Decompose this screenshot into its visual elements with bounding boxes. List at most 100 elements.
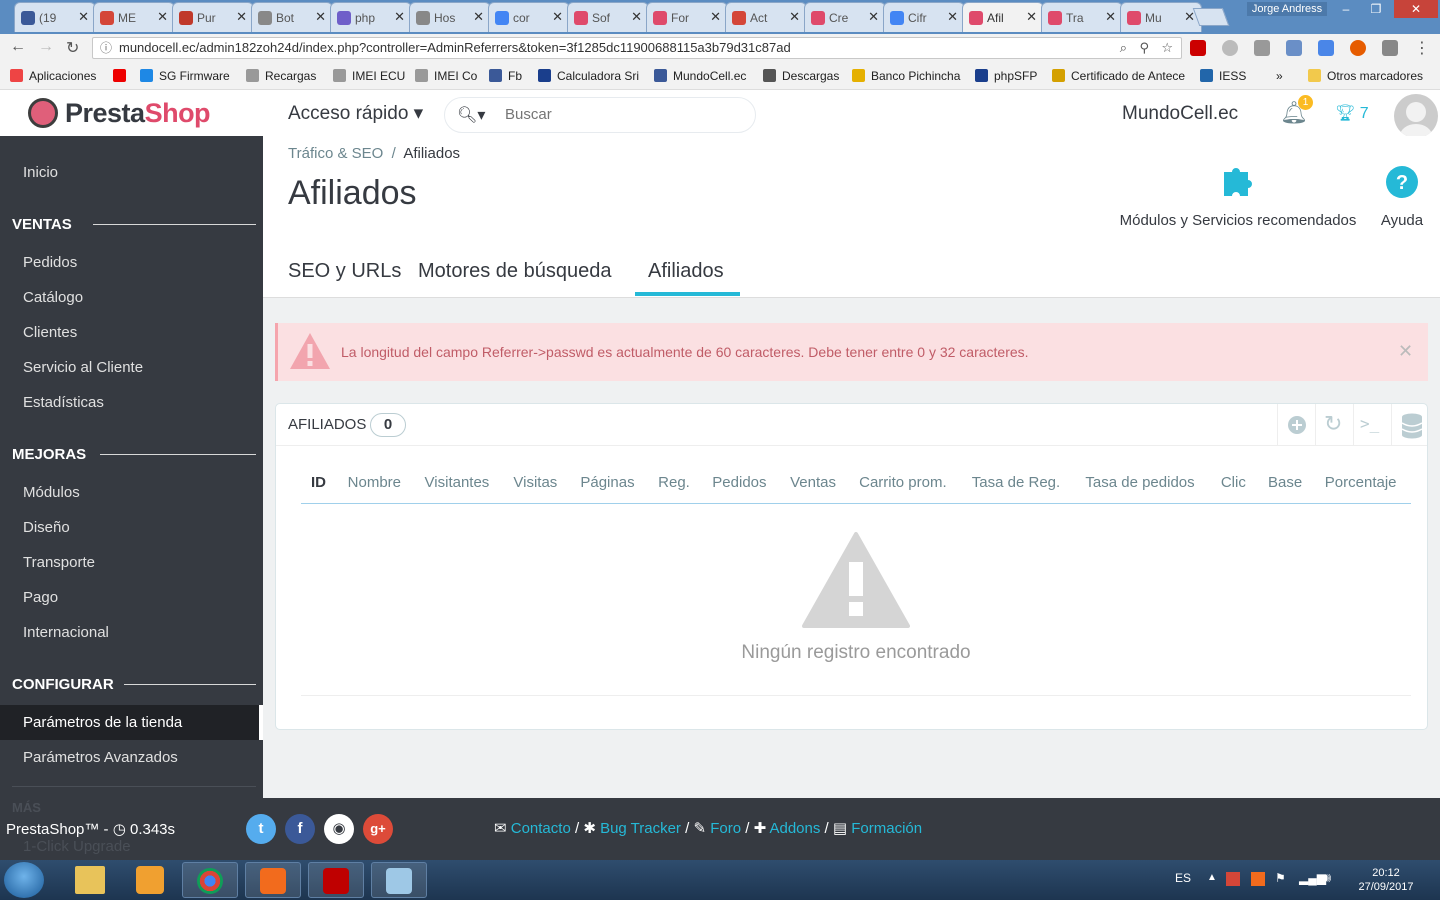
extension-puzzle-icon[interactable] [1382,40,1398,56]
tab-close-icon[interactable]: ✕ [157,9,168,25]
recommended-modules-button[interactable]: Módulos y Servicios recomendados [1115,164,1361,229]
sidebar-item-clientes[interactable]: Clientes [23,324,77,341]
sql-query-button[interactable]: >_ [1353,404,1391,446]
browser-user-chip[interactable]: Jorge Andress [1247,2,1327,16]
tab-close-icon[interactable]: ✕ [947,9,958,25]
bookmark-item[interactable]: Aplicaciones [10,69,96,83]
browser-tab[interactable]: Sof ✕ [567,2,649,32]
tab-close-icon[interactable]: ✕ [1105,9,1116,25]
footer-link-contacto[interactable]: Contacto [511,820,571,837]
browser-tab[interactable]: Pur ✕ [172,2,254,32]
browser-tab[interactable]: Cifr ✕ [883,2,965,32]
search-input[interactable] [505,106,745,123]
sidebar-item-diseno[interactable]: Diseño [23,519,70,536]
extension-m-icon[interactable] [1222,40,1238,56]
bookmark-item[interactable]: Otros marcadores [1308,69,1423,83]
bookmark-item[interactable]: Fb [489,69,522,83]
browser-tab[interactable]: Tra ✕ [1041,2,1123,32]
taskbar-chrome[interactable] [182,862,238,898]
tab-motores-busqueda[interactable]: Motores de búsqueda [418,260,611,283]
browser-tab[interactable]: Cre ✕ [804,2,886,32]
info-icon[interactable]: ⓘ [100,38,112,58]
reload-icon[interactable]: ↻ [66,38,79,58]
sidebar-item-upgrade[interactable]: 1-Click Upgrade [23,838,131,855]
tab-seo-urls[interactable]: SEO y URLs [288,260,401,283]
prestashop-logo-icon[interactable] [28,98,58,128]
footer-link-formacion[interactable]: Formación [851,820,922,837]
extension-window-icon[interactable] [1318,40,1334,56]
media-player-icon[interactable] [136,866,164,894]
tab-close-icon[interactable]: ✕ [473,9,484,25]
sidebar-item-transporte[interactable]: Transporte [23,554,95,571]
tab-close-icon[interactable]: ✕ [552,9,563,25]
bookmark-item[interactable]: IMEI Co [415,69,477,83]
tab-close-icon[interactable]: ✕ [236,9,247,25]
refresh-button[interactable]: ↻ [1315,404,1353,446]
column-header[interactable]: Páginas [570,464,649,504]
column-header[interactable]: Tasa de pedidos [1075,464,1211,504]
browser-tab[interactable]: (19 ✕ [14,2,96,32]
bookmark-item[interactable]: » [1276,69,1283,83]
tray-clock[interactable]: 20:12 27/09/2017 [1356,866,1416,894]
tray-avast-icon[interactable] [1251,872,1265,886]
github-icon[interactable]: ◉ [324,814,354,844]
bookmark-item[interactable]: IESS [1200,69,1246,83]
trophy-link[interactable]: 🏆︎ 7 [1335,103,1369,123]
extension-cloud-icon[interactable] [1254,40,1270,56]
shop-name-link[interactable]: MundoCell.ec [1122,103,1238,125]
bookmark-item[interactable]: SG Firmware [140,69,230,83]
minimize-button[interactable]: – [1332,0,1360,18]
tab-close-icon[interactable]: ✕ [1026,9,1037,25]
column-header[interactable]: Carrito prom. [849,464,962,504]
sidebar-item-pago[interactable]: Pago [23,589,58,606]
zoom-icon[interactable]: ⌕ [1120,38,1127,58]
bookmark-item[interactable]: phpSFP [975,69,1037,83]
adblock-icon[interactable] [1190,40,1206,56]
extension-code-icon[interactable] [1286,40,1302,56]
bookmark-item[interactable]: IMEI ECU [333,69,405,83]
sidebar-item-pedidos[interactable]: Pedidos [23,254,77,271]
tab-close-icon[interactable]: ✕ [710,9,721,25]
quick-access-menu[interactable]: Acceso rápido ▾ [288,102,423,125]
sidebar-item-catalogo[interactable]: Catálogo [23,289,83,306]
bookmark-item[interactable]: Calculadora Sri [538,69,639,83]
facebook-icon[interactable]: f [285,814,315,844]
sidebar-item-parametros-avanzados[interactable]: Parámetros Avanzados [23,749,178,766]
sidebar-item-servicio-cliente[interactable]: Servicio al Cliente [23,359,143,376]
sidebar-item-internacional[interactable]: Internacional [23,624,109,641]
tab-close-icon[interactable]: ✕ [631,9,642,25]
new-tab-button[interactable] [1192,8,1230,26]
footer-link-foro[interactable]: Foro [710,820,741,837]
footer-link-addons[interactable]: Addons [769,820,820,837]
bookmark-item[interactable]: Recargas [246,69,316,83]
browser-tab[interactable]: ME ✕ [93,2,175,32]
twitter-icon[interactable]: t [246,814,276,844]
column-header[interactable]: Nombre [337,464,415,504]
footer-link-bug-tracker[interactable]: Bug Tracker [600,820,681,837]
search-icon[interactable]: 🔍︎▾ [457,105,485,125]
bookmark-item[interactable]: Certificado de Antece [1052,69,1185,83]
browser-tab[interactable]: Bot ✕ [251,2,333,32]
add-referrer-button[interactable] [1277,404,1315,446]
address-bar[interactable]: ⓘ mundocell.ec/admin182zoh24d/index.php?… [92,37,1182,59]
sidebar-item-inicio[interactable]: Inicio [23,164,58,181]
file-explorer-icon[interactable] [75,866,105,894]
tab-close-icon[interactable]: ✕ [789,9,800,25]
alert-close-icon[interactable]: ✕ [1398,341,1413,362]
tray-gmail-icon[interactable] [1226,872,1240,886]
taskbar-avast[interactable] [245,862,301,898]
bookmark-item[interactable]: Banco Pichincha [852,69,960,83]
help-button[interactable]: ? Ayuda [1375,164,1429,229]
google-plus-icon[interactable]: g+ [363,814,393,844]
bookmark-star-icon[interactable]: ☆ [1161,38,1173,58]
employee-avatar[interactable] [1394,94,1438,138]
browser-tab[interactable]: Mu ✕ [1120,2,1202,32]
extension-fire-icon[interactable] [1350,40,1366,56]
breadcrumb-parent-link[interactable]: Tráfico & SEO [288,145,383,162]
tab-close-icon[interactable]: ✕ [315,9,326,25]
menu-icon[interactable]: ⋮ [1414,38,1430,58]
sidebar-item-estadisticas[interactable]: Estadísticas [23,394,104,411]
pin-icon[interactable]: ⚲ [1139,38,1149,58]
column-header[interactable]: Clic [1210,464,1258,504]
column-header[interactable]: Visitas [503,464,571,504]
